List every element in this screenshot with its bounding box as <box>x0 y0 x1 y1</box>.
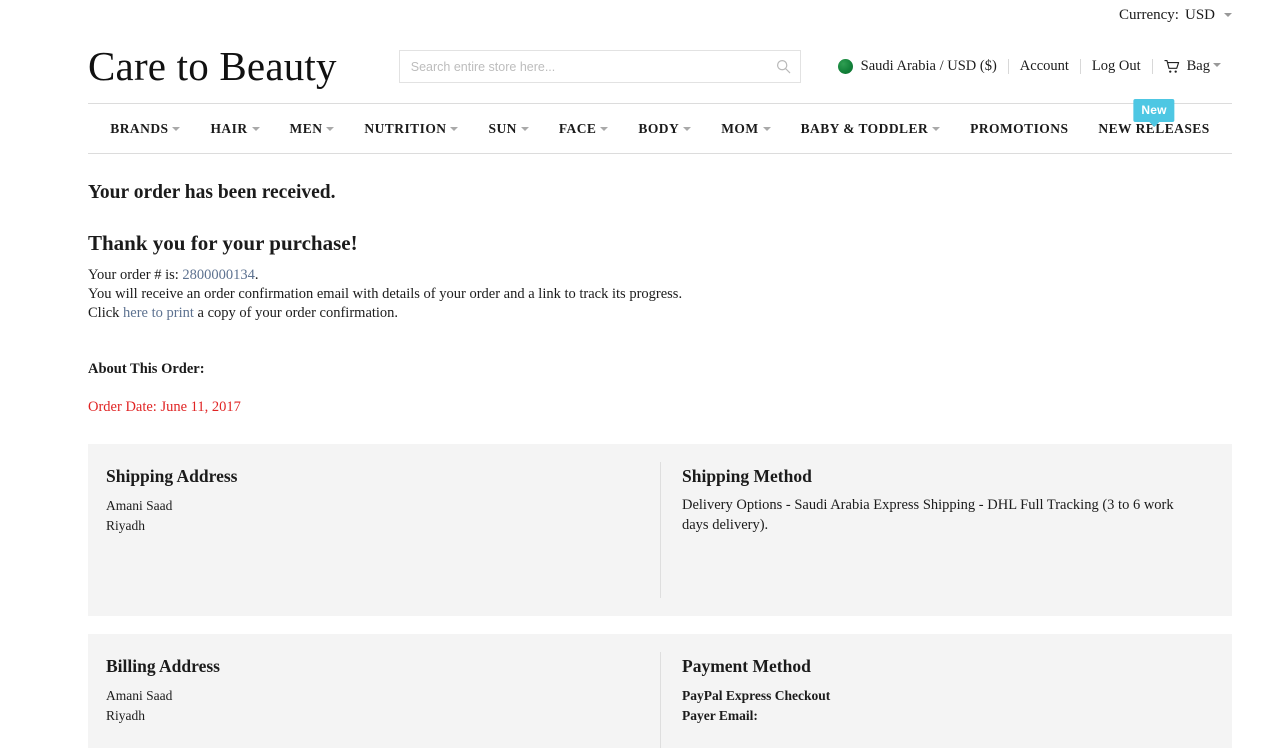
print-suffix: a copy of your order confirmation. <box>197 305 399 322</box>
shipping-method-heading: Shipping Method <box>682 466 812 487</box>
chevron-down-icon <box>172 126 181 131</box>
billing-address-heading: Billing Address <box>106 656 220 677</box>
nav-item-body[interactable]: BODY <box>623 121 706 137</box>
nav-label: PROMOTIONS <box>970 120 1069 136</box>
bag-label: Bag <box>1186 58 1210 75</box>
chevron-down-icon <box>932 126 941 131</box>
locale-label: Saudi Arabia / USD ($) <box>860 58 997 75</box>
chevron-down-icon <box>251 126 260 131</box>
print-order-link[interactable]: here to print <box>123 305 194 321</box>
nav-item-new-releases[interactable]: New NEW RELEASES <box>1083 98 1224 137</box>
nav-label: BODY <box>638 120 680 136</box>
nav-item-brands[interactable]: BRANDS <box>95 121 195 137</box>
billing-address-line: Amani Saad <box>106 688 173 704</box>
shipping-address-heading: Shipping Address <box>106 466 238 487</box>
order-email-note: You will receive an order confirmation e… <box>88 285 683 302</box>
site-header: Care to Beauty Saudi Arabia / USD ($) Ac… <box>0 30 1287 103</box>
billing-panel: Billing Address Amani Saad Riyadh Saudi … <box>88 634 1232 748</box>
main-navigation: BRANDS HAIR MEN NUTRITION SUN FACE BODY … <box>88 98 1232 154</box>
chevron-down-icon <box>520 126 529 131</box>
payment-method-heading: Payment Method <box>682 656 811 677</box>
order-date: Order Date: June 11, 2017 <box>88 399 241 416</box>
chevron-down-icon <box>600 126 609 131</box>
nav-item-mom[interactable]: MOM <box>706 121 785 137</box>
nav-label: BABY & TODDLER <box>800 120 929 136</box>
nav-item-baby-and-toddler[interactable]: BABY & TODDLER <box>786 121 956 137</box>
chevron-down-icon <box>683 126 692 131</box>
print-prefix: Click <box>88 305 120 322</box>
main-content: Your order has been received. Thank you … <box>0 181 1287 748</box>
shipping-panel: Shipping Address Amani Saad Riyadh Shipp… <box>88 444 1232 617</box>
payment-method-name: PayPal Express Checkout <box>682 688 831 704</box>
chevron-down-icon <box>326 126 335 131</box>
nav-item-promotions[interactable]: PROMOTIONS <box>955 121 1083 137</box>
site-logo[interactable]: Care to Beauty <box>88 46 337 87</box>
panel-divider <box>660 652 661 748</box>
logout-link[interactable]: Log Out <box>1079 59 1152 74</box>
nav-label: BRANDS <box>110 120 169 136</box>
nav-item-face[interactable]: FACE <box>544 121 624 137</box>
currency-label: Currency: <box>1119 6 1179 23</box>
chevron-down-icon <box>1224 12 1232 17</box>
billing-address-line: Riyadh <box>106 707 145 723</box>
nav-item-nutrition[interactable]: NUTRITION <box>349 121 473 137</box>
about-this-order-title: About This Order: <box>88 361 205 378</box>
shipping-method-block: Shipping Method Delivery Options - Saudi… <box>660 444 1232 616</box>
print-confirmation-line: Click here to print a copy of your order… <box>88 304 1232 323</box>
nav-label: MOM <box>721 120 759 136</box>
nav-label: SUN <box>488 120 517 136</box>
utility-bar: Currency: USD <box>0 0 1287 30</box>
search-input[interactable] <box>398 50 801 83</box>
currency-value: USD <box>1184 6 1215 23</box>
chevron-down-icon <box>1213 62 1221 67</box>
billing-address-spacer <box>106 725 638 748</box>
nav-label: MEN <box>289 120 323 136</box>
order-number-prefix: Your order # is: <box>88 266 179 283</box>
chevron-down-icon <box>450 126 459 131</box>
nav-item-men[interactable]: MEN <box>275 121 350 137</box>
currency-switcher[interactable]: Currency: USD <box>1119 7 1232 24</box>
shipping-method-text: Delivery Options - Saudi Arabia Express … <box>682 497 1174 533</box>
shipping-address-block: Shipping Address Amani Saad Riyadh <box>88 444 660 616</box>
order-number-link[interactable]: 2800000134 <box>182 267 255 283</box>
new-badge: New <box>1133 98 1175 122</box>
shipping-address-line: Amani Saad <box>106 498 173 514</box>
nav-label: NUTRITION <box>364 120 447 136</box>
payer-email-label: Payer Email: <box>682 707 758 723</box>
panel-divider <box>660 462 661 599</box>
billing-address-block: Billing Address Amani Saad Riyadh Saudi … <box>88 634 660 748</box>
shipping-address-line: Riyadh <box>106 517 145 533</box>
payment-method-block: Payment Method PayPal Express Checkout P… <box>660 634 1232 748</box>
shopping-cart-icon <box>1164 59 1181 74</box>
page-title: Your order has been received. <box>88 182 336 203</box>
search-box <box>398 50 801 83</box>
chevron-down-icon <box>762 126 771 131</box>
order-number-suffix: . <box>254 266 259 283</box>
nav-item-hair[interactable]: HAIR <box>195 121 274 137</box>
header-links: Saudi Arabia / USD ($) Account Log Out B… <box>827 59 1232 74</box>
thank-you-title: Thank you for your purchase! <box>88 231 358 256</box>
nav-item-sun[interactable]: SUN <box>473 121 543 137</box>
saudi-arabia-flag-icon <box>837 59 853 74</box>
locale-switcher[interactable]: Saudi Arabia / USD ($) <box>827 59 1008 74</box>
search-icon[interactable] <box>775 58 793 76</box>
nav-label: FACE <box>558 120 597 136</box>
bag-link[interactable]: Bag <box>1151 58 1232 75</box>
nav-label: HAIR <box>210 120 248 136</box>
account-link[interactable]: Account <box>1007 59 1080 74</box>
order-number-line: Your order # is: 2800000134. <box>88 266 1232 285</box>
